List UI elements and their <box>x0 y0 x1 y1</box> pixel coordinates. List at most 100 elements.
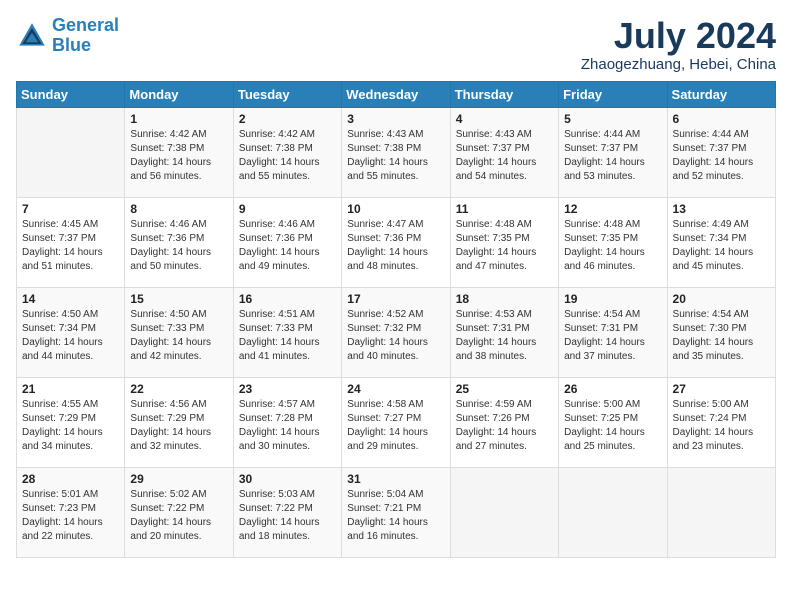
calendar-cell: 11Sunrise: 4:48 AM Sunset: 7:35 PM Dayli… <box>450 197 558 287</box>
logo: General Blue <box>16 16 119 56</box>
column-header-monday: Monday <box>125 81 233 107</box>
calendar-cell: 26 Sunrise: 5:00 AM Sunset: 7:25 PM Dayli… <box>559 377 667 467</box>
location: Zhaogezhuang, Hebei, China <box>581 56 776 73</box>
day-number: 5 <box>564 112 661 126</box>
day-number: 7 <box>22 202 119 216</box>
calendar-cell: 8Sunrise: 4:46 AM Sunset: 7:36 PM Daylig… <box>125 197 233 287</box>
calendar-cell: 1Sunrise: 4:42 AM Sunset: 7:38 PM Daylig… <box>125 107 233 197</box>
day-info: Sunrise: 4:51 AM Sunset: 7:33 PM Dayligh… <box>239 308 336 364</box>
day-info: Sunrise: 4:47 AM Sunset: 7:36 PM Dayligh… <box>347 218 444 274</box>
day-info: Sunrise: 4:44 AM Sunset: 7:37 PM Dayligh… <box>564 128 661 184</box>
day-number: 18 <box>456 292 553 306</box>
column-header-tuesday: Tuesday <box>233 81 341 107</box>
day-info: Sunrise: 4:58 AM Sunset: 7:27 PM Dayligh… <box>347 398 444 454</box>
day-info: Sunrise: 4:49 AM Sunset: 7:34 PM Dayligh… <box>673 218 770 274</box>
day-info: Sunrise: 4:56 AM Sunset: 7:29 PM Dayligh… <box>130 398 227 454</box>
column-header-friday: Friday <box>559 81 667 107</box>
calendar-cell: 6 Sunrise: 4:44 AM Sunset: 7:37 PM Daylig… <box>667 107 775 197</box>
day-info: Sunrise: 4:50 AM Sunset: 7:33 PM Dayligh… <box>130 308 227 364</box>
column-header-wednesday: Wednesday <box>342 81 450 107</box>
day-number: 23 <box>239 382 336 396</box>
day-number: 4 <box>456 112 553 126</box>
page-header: General Blue July 2024 Zhaogezhuang, Heb… <box>16 16 776 73</box>
calendar-cell: 30Sunrise: 5:03 AM Sunset: 7:22 PM Dayli… <box>233 467 341 557</box>
calendar-cell: 4 Sunrise: 4:43 AM Sunset: 7:37 PM Daylig… <box>450 107 558 197</box>
day-number: 8 <box>130 202 227 216</box>
day-number: 13 <box>673 202 770 216</box>
calendar-cell: 9 Sunrise: 4:46 AM Sunset: 7:36 PM Daylig… <box>233 197 341 287</box>
day-number: 11 <box>456 202 553 216</box>
day-info: Sunrise: 4:42 AM Sunset: 7:38 PM Dayligh… <box>239 128 336 184</box>
day-number: 31 <box>347 472 444 486</box>
calendar-cell: 7 Sunrise: 4:45 AM Sunset: 7:37 PM Daylig… <box>17 197 125 287</box>
calendar-cell: 27Sunrise: 5:00 AM Sunset: 7:24 PM Dayli… <box>667 377 775 467</box>
day-info: Sunrise: 5:02 AM Sunset: 7:22 PM Dayligh… <box>130 488 227 544</box>
day-info: Sunrise: 4:54 AM Sunset: 7:31 PM Dayligh… <box>564 308 661 364</box>
logo-line1: General <box>52 15 119 35</box>
column-header-saturday: Saturday <box>667 81 775 107</box>
calendar-cell: 23 Sunrise: 4:57 AM Sunset: 7:28 PM Dayli… <box>233 377 341 467</box>
day-info: Sunrise: 5:00 AM Sunset: 7:25 PM Dayligh… <box>564 398 661 454</box>
day-info: Sunrise: 4:43 AM Sunset: 7:38 PM Dayligh… <box>347 128 444 184</box>
calendar-cell <box>17 107 125 197</box>
day-number: 20 <box>673 292 770 306</box>
calendar-cell <box>667 467 775 557</box>
calendar-week-3: 14 Sunrise: 4:50 AM Sunset: 7:34 PM Dayli… <box>17 287 776 377</box>
calendar-cell: 28Sunrise: 5:01 AM Sunset: 7:23 PM Dayli… <box>17 467 125 557</box>
day-number: 12 <box>564 202 661 216</box>
calendar-cell: 20 Sunrise: 4:54 AM Sunset: 7:30 PM Dayli… <box>667 287 775 377</box>
calendar-week-1: 1Sunrise: 4:42 AM Sunset: 7:38 PM Daylig… <box>17 107 776 197</box>
day-info: Sunrise: 4:57 AM Sunset: 7:28 PM Dayligh… <box>239 398 336 454</box>
day-number: 28 <box>22 472 119 486</box>
calendar-cell: 31Sunrise: 5:04 AM Sunset: 7:21 PM Dayli… <box>342 467 450 557</box>
calendar-cell <box>450 467 558 557</box>
calendar-cell: 13 Sunrise: 4:49 AM Sunset: 7:34 PM Dayli… <box>667 197 775 287</box>
calendar-cell: 19 Sunrise: 4:54 AM Sunset: 7:31 PM Dayli… <box>559 287 667 377</box>
calendar-cell: 15 Sunrise: 4:50 AM Sunset: 7:33 PM Dayli… <box>125 287 233 377</box>
day-number: 9 <box>239 202 336 216</box>
calendar-cell: 12Sunrise: 4:48 AM Sunset: 7:35 PM Dayli… <box>559 197 667 287</box>
day-number: 15 <box>130 292 227 306</box>
calendar-cell: 5 Sunrise: 4:44 AM Sunset: 7:37 PM Daylig… <box>559 107 667 197</box>
day-info: Sunrise: 4:44 AM Sunset: 7:37 PM Dayligh… <box>673 128 770 184</box>
day-info: Sunrise: 4:55 AM Sunset: 7:29 PM Dayligh… <box>22 398 119 454</box>
calendar-cell: 14 Sunrise: 4:50 AM Sunset: 7:34 PM Dayli… <box>17 287 125 377</box>
logo-icon <box>16 20 48 52</box>
column-header-thursday: Thursday <box>450 81 558 107</box>
day-info: Sunrise: 4:59 AM Sunset: 7:26 PM Dayligh… <box>456 398 553 454</box>
calendar-cell: 16Sunrise: 4:51 AM Sunset: 7:33 PM Dayli… <box>233 287 341 377</box>
day-number: 6 <box>673 112 770 126</box>
day-number: 30 <box>239 472 336 486</box>
day-info: Sunrise: 4:50 AM Sunset: 7:34 PM Dayligh… <box>22 308 119 364</box>
day-number: 10 <box>347 202 444 216</box>
day-info: Sunrise: 4:52 AM Sunset: 7:32 PM Dayligh… <box>347 308 444 364</box>
day-info: Sunrise: 4:46 AM Sunset: 7:36 PM Dayligh… <box>239 218 336 274</box>
month-year: July 2024 <box>581 16 776 56</box>
calendar-week-5: 28Sunrise: 5:01 AM Sunset: 7:23 PM Dayli… <box>17 467 776 557</box>
day-info: Sunrise: 4:42 AM Sunset: 7:38 PM Dayligh… <box>130 128 227 184</box>
day-number: 19 <box>564 292 661 306</box>
day-number: 24 <box>347 382 444 396</box>
calendar-header-row: SundayMondayTuesdayWednesdayThursdayFrid… <box>17 81 776 107</box>
day-info: Sunrise: 4:54 AM Sunset: 7:30 PM Dayligh… <box>673 308 770 364</box>
day-number: 26 <box>564 382 661 396</box>
logo-text: General Blue <box>52 16 119 56</box>
day-number: 2 <box>239 112 336 126</box>
logo-line2: Blue <box>52 35 91 55</box>
calendar-cell: 18Sunrise: 4:53 AM Sunset: 7:31 PM Dayli… <box>450 287 558 377</box>
calendar-cell: 29Sunrise: 5:02 AM Sunset: 7:22 PM Dayli… <box>125 467 233 557</box>
day-number: 3 <box>347 112 444 126</box>
calendar-cell: 25 Sunrise: 4:59 AM Sunset: 7:26 PM Dayli… <box>450 377 558 467</box>
day-number: 14 <box>22 292 119 306</box>
day-number: 25 <box>456 382 553 396</box>
calendar-cell: 17 Sunrise: 4:52 AM Sunset: 7:32 PM Dayli… <box>342 287 450 377</box>
calendar-cell: 3 Sunrise: 4:43 AM Sunset: 7:38 PM Daylig… <box>342 107 450 197</box>
calendar-cell: 10 Sunrise: 4:47 AM Sunset: 7:36 PM Dayli… <box>342 197 450 287</box>
calendar-week-4: 21 Sunrise: 4:55 AM Sunset: 7:29 PM Dayli… <box>17 377 776 467</box>
day-number: 21 <box>22 382 119 396</box>
day-info: Sunrise: 4:43 AM Sunset: 7:37 PM Dayligh… <box>456 128 553 184</box>
day-info: Sunrise: 4:45 AM Sunset: 7:37 PM Dayligh… <box>22 218 119 274</box>
calendar-cell: 2 Sunrise: 4:42 AM Sunset: 7:38 PM Daylig… <box>233 107 341 197</box>
calendar-cell: 24 Sunrise: 4:58 AM Sunset: 7:27 PM Dayli… <box>342 377 450 467</box>
day-number: 17 <box>347 292 444 306</box>
